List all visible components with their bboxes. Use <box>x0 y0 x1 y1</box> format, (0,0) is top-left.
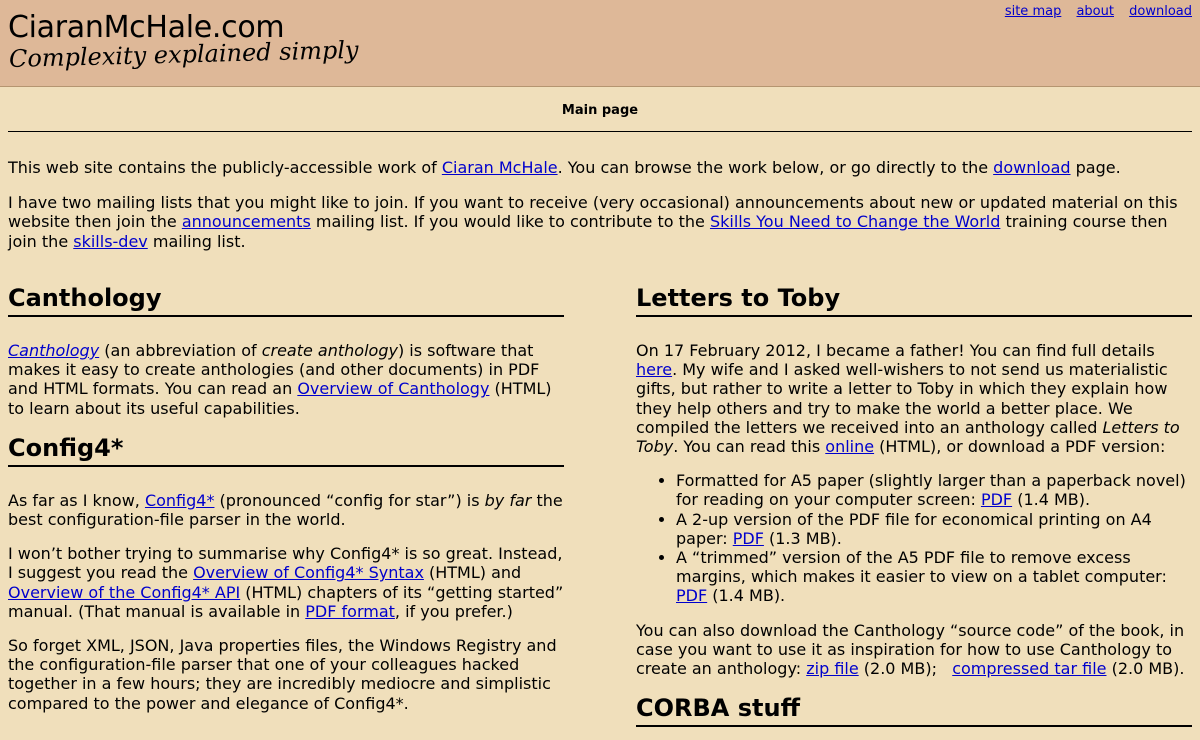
canthology-text: (an abbreviation of <box>99 341 262 360</box>
pdf-version-list: Formatted for A5 paper (slightly larger … <box>636 471 1192 605</box>
a5-pdf-link[interactable]: PDF <box>981 490 1012 509</box>
list-item: Formatted for A5 paper (slightly larger … <box>676 471 1192 509</box>
toby-text: On 17 February 2012, I became a father! … <box>636 341 1155 360</box>
file-size: (1.4 MB). <box>707 586 786 606</box>
intro-text: . You can browse the work below, or go d… <box>557 158 994 177</box>
config4-pdf-link[interactable]: PDF format <box>305 602 395 621</box>
download-link[interactable]: download <box>1129 4 1192 19</box>
overview-canthology-link[interactable]: Overview of Canthology <box>297 379 489 398</box>
ciaran-mchale-link[interactable]: Ciaran McHale <box>442 158 558 177</box>
zip-file-link[interactable]: zip file <box>806 659 858 678</box>
tar-file-link[interactable]: compressed tar file <box>952 659 1106 678</box>
toby-text: (2.0 MB). <box>1106 659 1185 679</box>
top-navigation: site map about download <box>994 4 1192 19</box>
about-link[interactable]: about <box>1076 4 1114 19</box>
list-item: A 2-up version of the PDF file for econo… <box>676 510 1192 548</box>
toby-paragraph-1: On 17 February 2012, I became a father! … <box>636 341 1192 456</box>
toby-text: (2.0 MB); <box>858 659 953 679</box>
toby-text: . My wife and I asked well-wishers to no… <box>636 360 1168 437</box>
intro-paragraph-2: I have two mailing lists that you might … <box>8 193 1192 252</box>
config4-api-link[interactable]: Overview of the Config4* API <box>8 583 240 602</box>
toby-online-link[interactable]: online <box>825 437 874 456</box>
config4-paragraph-1: As far as I know, Config4* (pronounced “… <box>8 491 564 529</box>
corba-heading: CORBA stuff <box>636 693 1192 728</box>
config4-text: (pronounced “config for star”) is <box>214 490 485 510</box>
toby-here-link[interactable]: here <box>636 360 672 379</box>
left-column: Canthology Canthology (an abbreviation o… <box>8 283 564 728</box>
a4-2up-pdf-link[interactable]: PDF <box>733 529 764 548</box>
page-title: Main page <box>561 103 639 118</box>
toby-paragraph-2: You can also download the Canthology “so… <box>636 621 1192 679</box>
config4-text: (HTML) and <box>423 563 522 583</box>
intro-text: mailing list. If you would like to contr… <box>310 212 710 231</box>
intro-section: This web site contains the publicly-acce… <box>0 132 1200 251</box>
canthology-link[interactable]: Canthology <box>8 341 99 360</box>
announcements-link[interactable]: announcements <box>182 212 311 231</box>
list-item-text: A “trimmed” version of the A5 PDF file t… <box>676 548 1167 587</box>
file-size: (1.3 MB). <box>763 528 842 548</box>
config4-link[interactable]: Config4* <box>145 491 215 510</box>
config4-text: , if you prefer.) <box>394 601 513 621</box>
intro-paragraph-1: This web site contains the publicly-acce… <box>8 158 1192 178</box>
skills-dev-link[interactable]: skills-dev <box>73 232 148 251</box>
list-item-text: Formatted for A5 paper (slightly larger … <box>676 471 1186 510</box>
site-map-link[interactable]: site map <box>1005 4 1062 19</box>
download-page-link[interactable]: download <box>993 158 1070 177</box>
config4-paragraph-2: I won’t bother trying to summarise why C… <box>8 544 564 621</box>
toby-text: (HTML), or download a PDF version: <box>874 437 1166 457</box>
list-item: A “trimmed” version of the A5 PDF file t… <box>676 548 1192 606</box>
skills-course-link[interactable]: Skills You Need to Change the World <box>710 212 1000 231</box>
config4-heading: Config4* <box>8 433 564 467</box>
config4-syntax-link[interactable]: Overview of Config4* Syntax <box>193 563 424 582</box>
config4-paragraph-3: So forget XML, JSON, Java properties fil… <box>8 636 557 713</box>
config4-emphasis: by far <box>484 490 532 510</box>
right-column: Letters to Toby On 17 February 2012, I b… <box>636 283 1192 728</box>
intro-text: page. <box>1070 158 1121 177</box>
site-header: CiaranMcHale.com Complexity explained si… <box>0 0 1200 87</box>
canthology-emphasis: create anthology <box>261 341 398 360</box>
file-size: (1.4 MB). <box>1012 490 1091 510</box>
intro-text: mailing list. <box>147 231 246 251</box>
letters-to-toby-heading: Letters to Toby <box>636 283 1192 317</box>
canthology-heading: Canthology <box>8 283 564 317</box>
trimmed-pdf-link[interactable]: PDF <box>676 586 707 605</box>
intro-text: This web site contains the publicly-acce… <box>8 158 442 177</box>
toby-text: . You can read this <box>673 437 826 457</box>
canthology-paragraph: Canthology (an abbreviation of create an… <box>8 341 564 418</box>
config4-text: As far as I know, <box>8 490 145 510</box>
